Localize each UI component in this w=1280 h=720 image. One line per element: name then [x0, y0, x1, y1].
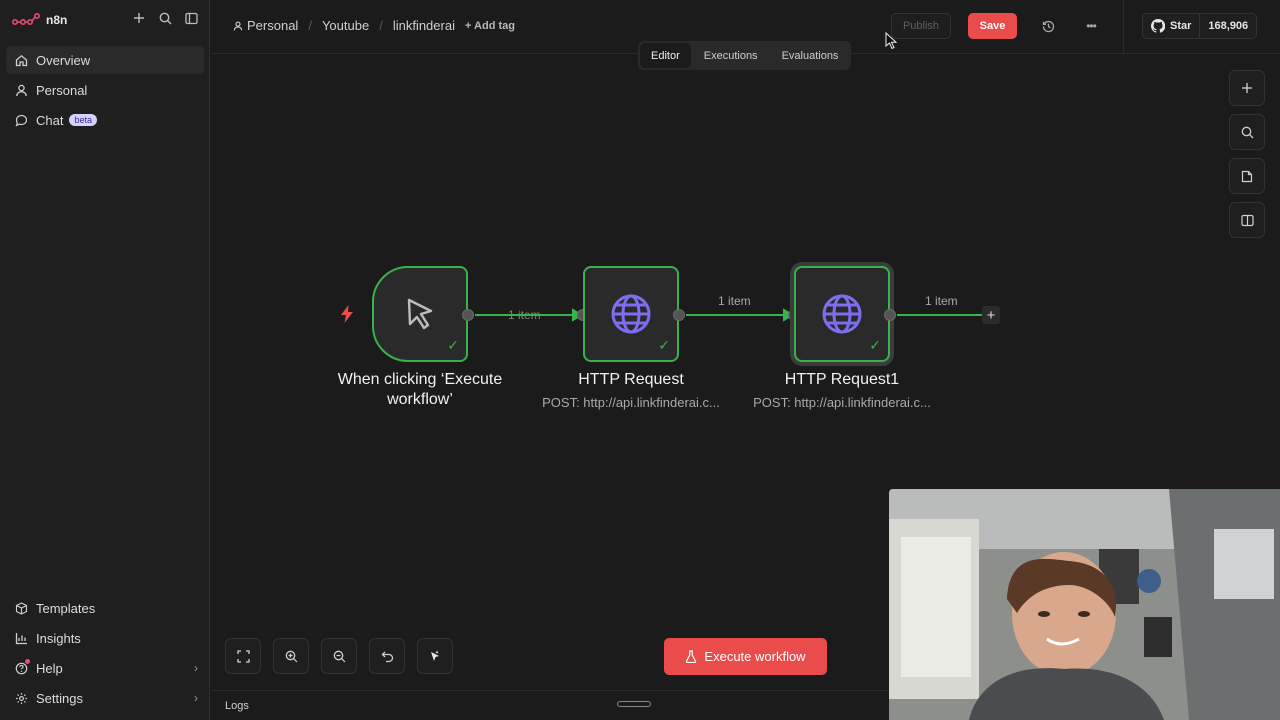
- publish-button[interactable]: Publish: [891, 13, 951, 39]
- chevron-right-icon: ›: [194, 691, 198, 705]
- github-star-button[interactable]: Star 168,906: [1142, 13, 1258, 39]
- more-options-icon[interactable]: •••: [1083, 18, 1099, 34]
- success-check-icon: ✓: [658, 337, 670, 353]
- header-divider: [1123, 0, 1124, 54]
- sidebar-item-label: Templates: [36, 600, 96, 616]
- sidebar-item-label: Settings: [36, 690, 83, 706]
- mouse-cursor-icon: [885, 32, 898, 50]
- output-handle[interactable]: [462, 309, 474, 321]
- brand-name: n8n: [46, 13, 68, 27]
- sidebar-item-label: Overview: [36, 52, 91, 68]
- trigger-bolt-icon: [339, 305, 355, 328]
- beta-badge: beta: [69, 114, 97, 126]
- breadcrumb-owner-label: Personal: [247, 18, 299, 33]
- breadcrumb-folder[interactable]: Youtube: [322, 18, 369, 33]
- output-handle[interactable]: [673, 309, 685, 321]
- sidebar-nav: Overview Personal Chat beta: [6, 46, 204, 136]
- tidy-up-icon[interactable]: [417, 638, 453, 674]
- globe-icon: [822, 294, 862, 334]
- fit-view-icon[interactable]: [225, 638, 261, 674]
- webcam-overlay: [889, 489, 1280, 720]
- sidebar-item-label: Personal: [36, 82, 88, 98]
- brand-logo[interactable]: n8n: [12, 10, 67, 30]
- success-check-icon: ✓: [869, 337, 881, 353]
- execute-workflow-label: Execute workflow: [704, 649, 806, 664]
- node-manual-trigger[interactable]: ✓: [372, 266, 468, 362]
- node-subtitle: POST: http://api.linkfinderai.c...: [542, 395, 720, 410]
- edge-item-count: 1 item: [508, 308, 541, 322]
- breadcrumb-separator: /: [308, 18, 312, 33]
- edge-item-count: 1 item: [925, 294, 958, 308]
- cursor-pointer-icon: [407, 298, 433, 330]
- sidebar-item-label: Chat: [36, 112, 64, 128]
- sidebar-tools: [131, 10, 199, 26]
- sidebar-item-settings[interactable]: Settings ›: [6, 684, 204, 712]
- user-icon: [14, 83, 28, 97]
- save-button[interactable]: Save: [968, 13, 1017, 39]
- node-title: When clicking ‘Execute workflow’: [337, 371, 503, 408]
- node-title: HTTP Request: [578, 371, 684, 388]
- add-next-node-button[interactable]: +: [982, 306, 1000, 324]
- edge-item-count: 1 item: [718, 294, 751, 308]
- output-handle[interactable]: [884, 309, 896, 321]
- sidebar-item-label: Help: [36, 660, 63, 676]
- github-icon: [1151, 19, 1165, 33]
- zoom-out-icon[interactable]: [321, 638, 357, 674]
- github-star-count: 168,906: [1199, 14, 1256, 38]
- add-tag-button[interactable]: + Add tag: [465, 20, 515, 32]
- sidebar-item-help[interactable]: Help ›: [6, 654, 204, 682]
- zoom-in-icon[interactable]: [273, 638, 309, 674]
- breadcrumb-separator: /: [379, 18, 383, 33]
- execute-workflow-button[interactable]: Execute workflow: [664, 638, 827, 675]
- sidebar-bottom-nav: Templates Insights Help › Settings ›: [6, 594, 204, 714]
- gear-icon: [14, 691, 28, 705]
- node-http-request1[interactable]: ✓: [794, 266, 890, 362]
- undo-icon[interactable]: [369, 638, 405, 674]
- webcam-image: [889, 489, 1280, 720]
- help-icon: [14, 659, 30, 675]
- history-icon[interactable]: [1040, 18, 1056, 34]
- sidebar-item-templates[interactable]: Templates: [6, 594, 204, 622]
- search-icon[interactable]: [157, 10, 173, 26]
- sidebar: n8n Overview Personal Chat beta Template…: [0, 0, 210, 720]
- globe-icon: [611, 294, 651, 334]
- success-check-icon: ✓: [447, 337, 459, 353]
- node-subtitle: POST: http://api.linkfinderai.c...: [753, 395, 931, 410]
- github-star-label: Star: [1170, 20, 1192, 32]
- user-icon: [233, 21, 243, 30]
- canvas-zoom-toolbar: [225, 638, 453, 674]
- n8n-logo-icon: [12, 13, 40, 26]
- resize-handle[interactable]: [617, 701, 651, 707]
- breadcrumb-owner[interactable]: Personal: [233, 18, 298, 33]
- logs-label: Logs: [225, 700, 249, 712]
- breadcrumb: Personal / Youtube / linkfinderai + Add …: [233, 18, 515, 33]
- chat-icon: [14, 113, 28, 127]
- chart-icon: [14, 631, 28, 645]
- node-title: HTTP Request1: [784, 371, 900, 388]
- home-icon: [14, 53, 28, 67]
- sidebar-item-overview[interactable]: Overview: [6, 46, 204, 74]
- add-icon[interactable]: [131, 10, 147, 26]
- workflow-name[interactable]: linkfinderai: [393, 18, 455, 33]
- node-http-request[interactable]: ✓: [583, 266, 679, 362]
- sidebar-item-personal[interactable]: Personal: [6, 76, 204, 104]
- sidebar-item-insights[interactable]: Insights: [6, 624, 204, 652]
- box-icon: [14, 601, 28, 615]
- sidebar-item-chat[interactable]: Chat beta: [6, 106, 204, 134]
- sidebar-item-label: Insights: [36, 630, 81, 646]
- github-star-label-wrap: Star: [1143, 14, 1199, 38]
- flask-icon: [686, 650, 697, 663]
- chevron-right-icon: ›: [194, 661, 198, 675]
- collapse-sidebar-icon[interactable]: [183, 10, 199, 26]
